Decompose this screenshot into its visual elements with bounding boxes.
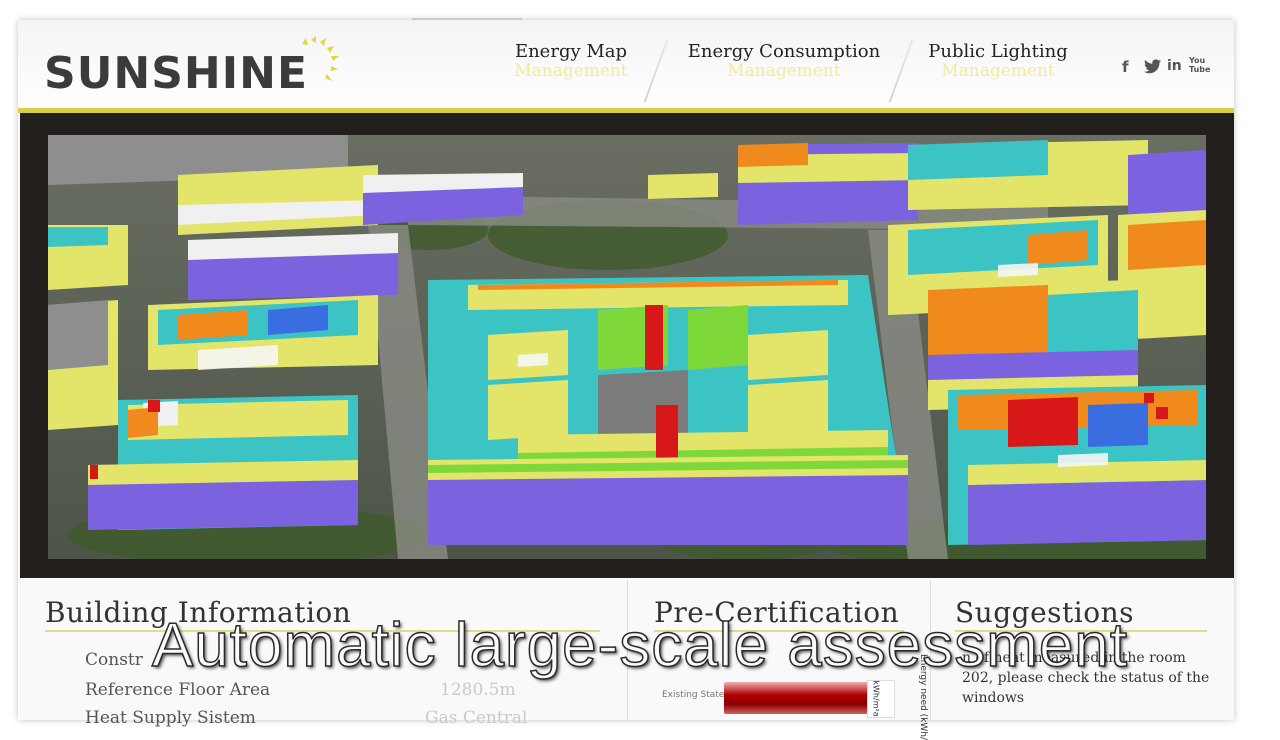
nav-public-lighting-sub: Management (941, 60, 1055, 81)
site-logo[interactable]: SUNSHINE (44, 52, 308, 96)
3d-building-energy-map (48, 135, 1206, 559)
nav-energy-consumption-title: Energy Consumption (687, 41, 881, 62)
info-value-heat-supply: Gas Central (425, 708, 528, 728)
existing-state-bar (724, 682, 868, 714)
nav-energy-map[interactable]: Energy Map Management (506, 42, 636, 80)
info-label-heat-supply: Heat Supply Sistem (85, 708, 256, 728)
nav-energy-consumption[interactable]: Energy Consumption Management (684, 42, 884, 80)
nav-energy-map-sub: Management (514, 60, 628, 81)
nav-energy-map-title: Energy Map (514, 41, 628, 62)
facebook-icon[interactable]: f (1122, 58, 1129, 76)
twitter-icon[interactable] (1144, 59, 1162, 74)
nav-energy-consumption-sub: Management (727, 60, 841, 81)
youtube-icon[interactable]: You Tube (1189, 56, 1210, 74)
nav-public-lighting[interactable]: Public Lighting Management (922, 42, 1074, 80)
linkedin-icon[interactable]: in (1167, 58, 1182, 74)
video-caption: Automatic large-scale assessment (151, 610, 1129, 681)
info-value-floor-area: 1280.5m (440, 680, 516, 700)
existing-state-label: Existing State (662, 690, 725, 700)
nav-public-lighting-title: Public Lighting (928, 41, 1068, 62)
chart-unit-label: kWh/m²a (871, 680, 881, 717)
sun-logo-icon (302, 36, 339, 81)
info-label-floor-area: Reference Floor Area (85, 680, 271, 700)
energy-map-view[interactable] (48, 135, 1206, 559)
